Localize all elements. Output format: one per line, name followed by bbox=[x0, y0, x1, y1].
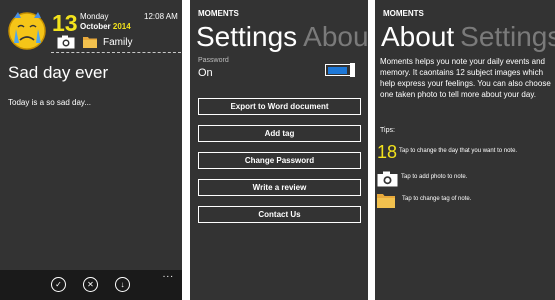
folder-icon[interactable] bbox=[83, 36, 97, 48]
crying-face-icon[interactable] bbox=[6, 9, 48, 51]
tips-label: Tips: bbox=[380, 127, 395, 134]
entry-title[interactable]: Sad day ever bbox=[8, 63, 108, 83]
app-bar: ✓ ✕ ↓ ... bbox=[0, 269, 182, 300]
entry-screen: 13 Monday October 2014 12:08 AM Family S… bbox=[0, 0, 182, 300]
toggle-fill bbox=[327, 66, 347, 74]
password-toggle[interactable] bbox=[325, 63, 355, 77]
tip-photo: Tap to add photo to note. bbox=[401, 174, 468, 180]
about-description: Moments helps you note your daily events… bbox=[380, 57, 551, 99]
folder-icon bbox=[377, 194, 395, 208]
toggle-thumb bbox=[350, 63, 355, 77]
divider bbox=[51, 52, 181, 53]
pivot-settings[interactable]: Settings bbox=[460, 21, 555, 52]
password-value: On bbox=[198, 67, 213, 79]
close-icon: ✕ bbox=[87, 279, 94, 289]
month-year: October 2014 bbox=[80, 22, 131, 31]
password-label: Password bbox=[198, 57, 229, 64]
camera-icon bbox=[377, 171, 398, 187]
pivot-header: SettingsAbout bbox=[196, 20, 368, 54]
month: October bbox=[80, 22, 111, 31]
write-review-button[interactable]: Write a review bbox=[198, 179, 361, 196]
pivot-settings[interactable]: Settings bbox=[196, 21, 297, 52]
contact-us-button[interactable]: Contact Us bbox=[198, 206, 361, 223]
check-icon: ✓ bbox=[55, 279, 62, 289]
tip-tag: Tap to change tag of note. bbox=[402, 196, 472, 202]
year: 2014 bbox=[112, 22, 131, 31]
day-number[interactable]: 13 bbox=[52, 11, 78, 35]
tag-label[interactable]: Family bbox=[103, 37, 132, 48]
time: 12:08 AM bbox=[144, 12, 178, 21]
download-icon: ↓ bbox=[120, 279, 125, 289]
export-word-button[interactable]: Export to Word document bbox=[198, 98, 361, 115]
check-button[interactable]: ✓ bbox=[51, 277, 66, 292]
tip-day: Tap to change the day that you want to n… bbox=[399, 148, 518, 154]
about-screen: MOMENTS About Settings Moments helps you … bbox=[375, 0, 555, 300]
download-button[interactable]: ↓ bbox=[115, 277, 130, 292]
pivot-about[interactable]: About bbox=[381, 21, 454, 52]
more-button[interactable]: ... bbox=[163, 269, 174, 280]
pivot-about[interactable]: About bbox=[303, 21, 368, 52]
change-password-button[interactable]: Change Password bbox=[198, 152, 361, 169]
settings-screen: MOMENTS SettingsAbout Password On Export… bbox=[190, 0, 368, 300]
app-name: MOMENTS bbox=[383, 9, 424, 18]
weekday: Monday bbox=[80, 12, 109, 21]
entry-body[interactable]: Today is a so sad day... bbox=[8, 98, 91, 107]
close-button[interactable]: ✕ bbox=[83, 277, 98, 292]
pivot-header: About Settings bbox=[381, 20, 555, 54]
app-name: MOMENTS bbox=[198, 9, 239, 18]
tip-day-number: 18 bbox=[377, 142, 398, 162]
camera-icon[interactable] bbox=[57, 35, 75, 49]
add-tag-button[interactable]: Add tag bbox=[198, 125, 361, 142]
